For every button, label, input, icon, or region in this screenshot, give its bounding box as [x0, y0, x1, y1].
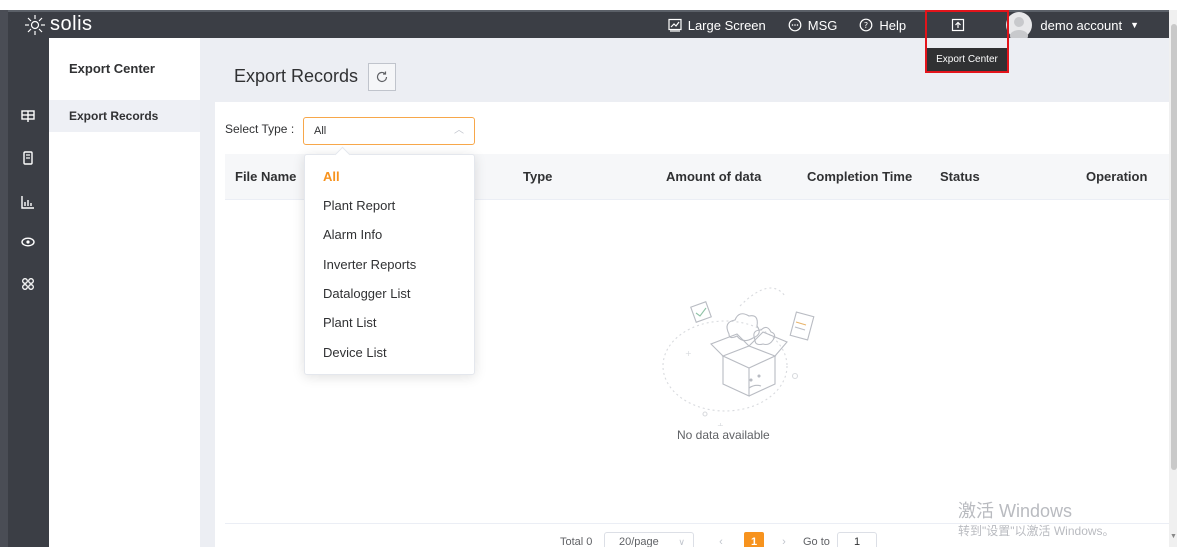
analytics-icon[interactable] [20, 194, 36, 210]
msg-label: MSG [807, 17, 838, 33]
brand-logo[interactable]: solis [24, 13, 93, 36]
window-top-edge [0, 0, 1177, 10]
pagination-total: Total 0 [560, 536, 593, 547]
next-page-button[interactable]: › [774, 532, 794, 547]
top-nav: Large Screen MSG ? Help demo account ▼ [657, 12, 1169, 42]
help-icon: ? [860, 18, 873, 32]
refresh-icon [376, 71, 388, 83]
account-name: demo account [1040, 17, 1123, 33]
option-plant-report[interactable]: Plant Report [323, 198, 395, 213]
export-icon [952, 18, 965, 32]
chevron-up-icon: ︿ [454, 125, 464, 136]
column-header[interactable]: Amount of data [666, 169, 761, 184]
device-icon[interactable] [20, 150, 36, 166]
export-center-button[interactable] [916, 12, 1000, 38]
select-type-value: All [314, 125, 327, 137]
option-datalogger-list[interactable]: Datalogger List [323, 286, 410, 301]
svg-text:?: ? [864, 21, 868, 30]
column-header[interactable]: Operation [1086, 169, 1147, 184]
caret-down-icon: ▼ [1130, 20, 1139, 30]
svg-text:+: + [685, 349, 692, 358]
top-bar: solis Large Screen MSG ? Help demo accou… [8, 10, 1169, 42]
refresh-button[interactable] [368, 63, 396, 91]
select-type-options: All Plant Report Alarm Info Inverter Rep… [304, 154, 475, 375]
msg-link[interactable]: MSG [777, 12, 849, 38]
column-header[interactable]: Status [940, 169, 980, 184]
sidebar-item-export-records[interactable]: Export Records [49, 100, 200, 132]
page-header: Export Records [200, 38, 1169, 102]
select-type-dropdown[interactable]: All ︿ [303, 117, 475, 145]
help-link[interactable]: ? Help [848, 12, 916, 38]
windows-activation-hint: 转到"设置"以激活 Windows。 [958, 524, 1115, 538]
page-size-value: 20/page [619, 536, 659, 547]
export-center-tooltip: Export Center [925, 48, 1009, 72]
select-type-label: Select Type : [225, 122, 295, 136]
empty-state-text: No data available [677, 428, 770, 442]
column-header[interactable]: Type [523, 169, 552, 184]
svg-text:+: + [717, 421, 724, 426]
page-size-select[interactable]: 20/page ∨ [604, 532, 694, 547]
option-inverter-reports[interactable]: Inverter Reports [323, 257, 416, 272]
help-label: Help [879, 17, 907, 33]
option-all[interactable]: All [323, 169, 340, 184]
secondary-sidebar: Export Center Export Records [49, 38, 200, 547]
option-plant-list[interactable]: Plant List [323, 315, 376, 330]
chevron-down-icon: ∨ [678, 537, 685, 547]
option-device-list[interactable]: Device List [323, 345, 387, 360]
avatar [1006, 12, 1033, 42]
windows-activation-watermark: 激活 Windows [958, 501, 1073, 521]
page-title: Export Records [234, 66, 359, 86]
goto-label: Go to [803, 536, 830, 547]
current-page-button[interactable]: 1 [744, 532, 764, 547]
monitor-chart-icon [668, 18, 682, 32]
message-icon [788, 18, 802, 32]
empty-box-illustration: + + [662, 287, 815, 426]
sidebar-title: Export Center [69, 61, 155, 76]
large-screen-link[interactable]: Large Screen [657, 12, 777, 38]
icon-rail [8, 38, 49, 547]
empty-state: + + No data available [645, 256, 825, 442]
eye-icon[interactable] [20, 234, 36, 250]
plant-grid-icon[interactable] [20, 108, 36, 124]
scrollbar-thumb[interactable] [1171, 24, 1177, 470]
apps-icon[interactable] [20, 276, 36, 292]
user-menu[interactable]: demo account ▼ [1000, 12, 1169, 42]
large-screen-label: Large Screen [687, 17, 766, 33]
column-header[interactable]: Completion Time [807, 169, 912, 184]
solis-logo-icon [25, 14, 45, 35]
prev-page-button[interactable]: ‹ [711, 532, 731, 547]
option-alarm-info[interactable]: Alarm Info [323, 227, 382, 242]
brand-name: solis [50, 13, 93, 35]
scroll-down-arrow-icon[interactable]: ▼ [1170, 533, 1177, 540]
goto-page-input[interactable]: 1 [837, 532, 877, 547]
column-header[interactable]: File Name [235, 169, 296, 184]
